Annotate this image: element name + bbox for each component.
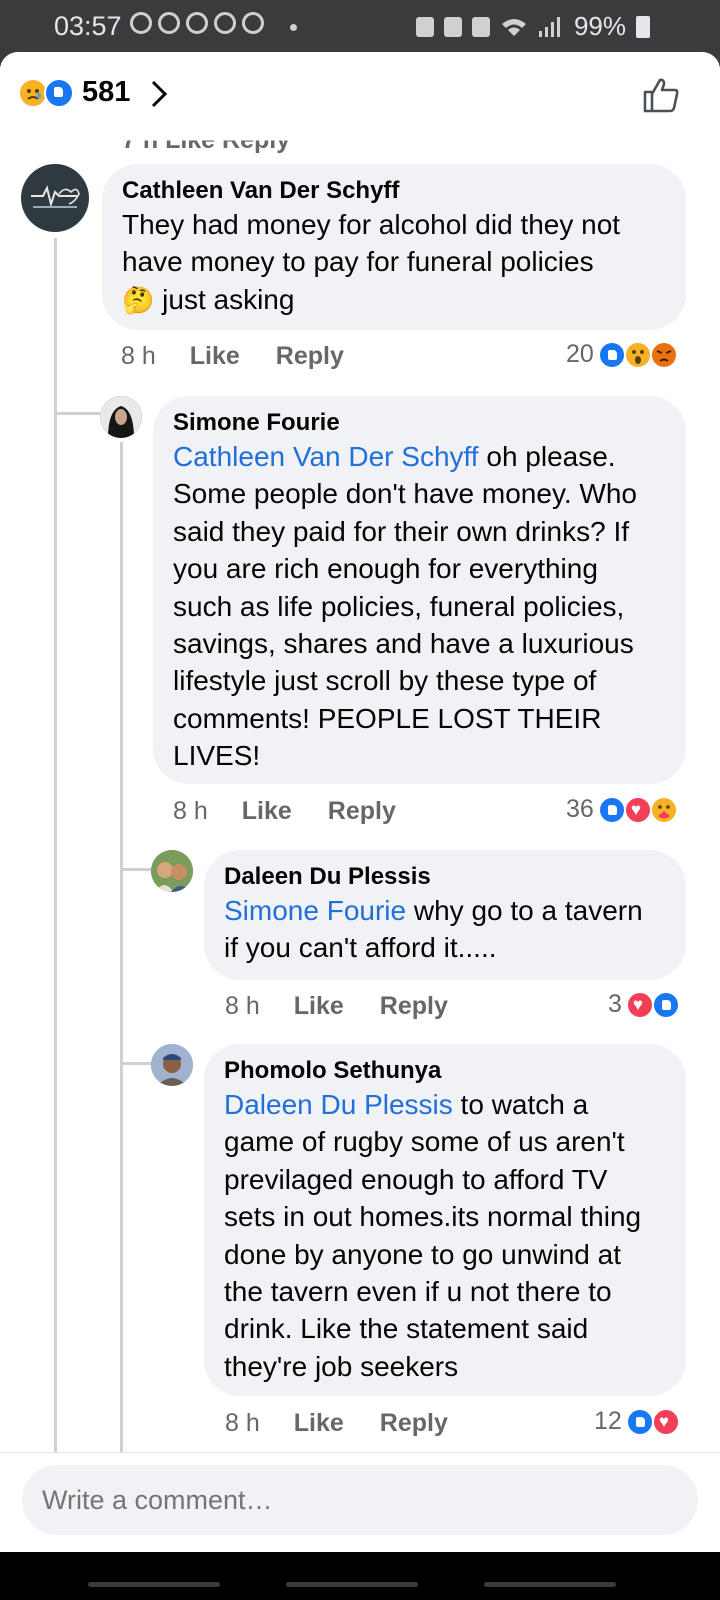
comment-text: They had money for alcohol did they not … [122,206,664,319]
comment-reactions[interactable]: 3 [608,990,684,1019]
like-reaction-icon [597,340,626,369]
comment-reactions[interactable]: 20 [566,340,682,369]
comment-author[interactable]: Cathleen Van Der Schyff [122,176,664,206]
comment-time[interactable]: 8 h [225,992,260,1021]
love-reaction-icon [651,1407,680,1436]
avatar[interactable] [100,396,142,438]
notification-icon [158,12,180,34]
reply-button[interactable]: Reply [328,797,396,826]
comment-meta: 8 h Like Reply [225,992,448,1021]
comment-bubble[interactable]: Simone Fourie Cathleen Van Der Schyff oh… [153,396,686,784]
comment-body: to watch a game of rugby some of us aren… [224,1089,642,1382]
notification-icons [130,12,264,34]
thread-line [120,442,123,1508]
comment-meta: 8 h Like Reply [173,797,396,826]
battery-percent: 99% [573,11,626,41]
mute-icon [471,16,490,37]
battery-icon [636,15,650,38]
reaction-stack [625,990,684,1019]
notification-icon [186,12,208,34]
comment-author[interactable]: Simone Fourie [173,408,664,438]
comment-body-tail: just asking [154,283,295,315]
love-reaction-icon [625,990,654,1019]
status-right: 99% [415,11,650,42]
wifi-icon [501,18,526,36]
recent-apps-button[interactable] [88,1582,220,1587]
comment-bubble[interactable]: Phomolo Sethunya Daleen Du Plessis to wa… [204,1044,686,1396]
more-notifications-dot-icon [290,24,297,31]
comment-meta: 8 h Like Reply [121,342,344,371]
comment-meta: 8 h Like Reply [225,1409,448,1438]
comment-reactions[interactable]: 36 [566,795,682,824]
thread-connector [54,412,100,415]
home-button[interactable] [286,1582,418,1587]
comment-time[interactable]: 8 h [225,1409,260,1438]
reaction-stack [597,340,682,369]
like-button[interactable]: Like [294,992,344,1021]
reaction-count: 20 [566,340,594,368]
signal-icon [538,16,560,37]
notification-icon [242,12,264,34]
avatar[interactable] [151,1044,193,1086]
like-reaction-icon [597,795,626,824]
chevron-right-icon[interactable] [150,79,168,109]
comment-bubble[interactable]: Daleen Du Plessis Simone Fourie why go t… [204,850,686,980]
status-time: 03:57 [54,11,122,41]
reaction-stack [625,1407,684,1436]
reply-button[interactable]: Reply [380,1409,448,1438]
comment-text: Daleen Du Plessis to watch a game of rug… [224,1086,664,1385]
thumbs-up-icon[interactable] [642,76,680,114]
comment-body: oh please. Some people don't have money.… [173,441,637,772]
comment-author[interactable]: Daleen Du Plessis [224,862,664,892]
comments-sheet: 581 7 h Like Reply Cathleen Van Der Schy… [0,52,720,1552]
status-bar: 03:57 99% [0,0,720,52]
comment-text: Cathleen Van Der Schyff oh please. Some … [173,438,664,775]
reaction-count: 12 [594,1407,622,1435]
comment-composer [0,1452,720,1552]
reactions-count[interactable]: 581 [82,76,130,109]
reaction-stack [597,795,682,824]
back-button[interactable] [484,1582,616,1587]
lock-icon [415,16,434,37]
like-button[interactable]: Like [190,342,240,371]
comment-author[interactable]: Phomolo Sethunya [224,1056,664,1086]
like-button[interactable]: Like [294,1409,344,1438]
avatar[interactable] [151,850,193,892]
avatar[interactable] [21,164,89,232]
care-reaction-icon [649,795,678,824]
like-reaction-icon [625,1407,654,1436]
like-emoji-icon [44,78,74,108]
system-nav-bar [0,1552,720,1600]
reply-button[interactable]: Reply [380,992,448,1021]
reaction-count: 3 [608,990,622,1018]
reaction-count: 36 [566,795,594,823]
angry-reaction-icon [649,340,678,369]
comment-body: They had money for alcohol did they not … [122,209,621,278]
comment-bubble[interactable]: Cathleen Van Der Schyff They had money f… [102,164,686,330]
notification-icon [214,12,236,34]
comment-input[interactable] [22,1465,698,1535]
comment-time[interactable]: 8 h [173,797,208,826]
wow-reaction-icon [623,340,652,369]
thinking-face-emoji: 🤔 [122,284,155,315]
reaction-icons [18,78,78,110]
love-reaction-icon [623,795,652,824]
comment-reactions[interactable]: 12 [594,1407,684,1436]
reactions-summary[interactable]: 581 [0,52,720,132]
mention-link[interactable]: Cathleen Van Der Schyff [173,441,479,472]
thread-line [54,238,57,1508]
thread-connector [120,1062,152,1065]
comment-text: Simone Fourie why go to a tavern if you … [224,892,664,967]
notification-icon [130,12,152,34]
like-button[interactable]: Like [242,797,292,826]
mention-link[interactable]: Daleen Du Plessis [224,1089,453,1120]
reply-button[interactable]: Reply [276,342,344,371]
alarm-icon [443,16,462,37]
like-reaction-icon [651,990,680,1019]
comment-time[interactable]: 8 h [121,342,156,371]
thread-connector [120,868,152,871]
mention-link[interactable]: Simone Fourie [224,895,406,926]
